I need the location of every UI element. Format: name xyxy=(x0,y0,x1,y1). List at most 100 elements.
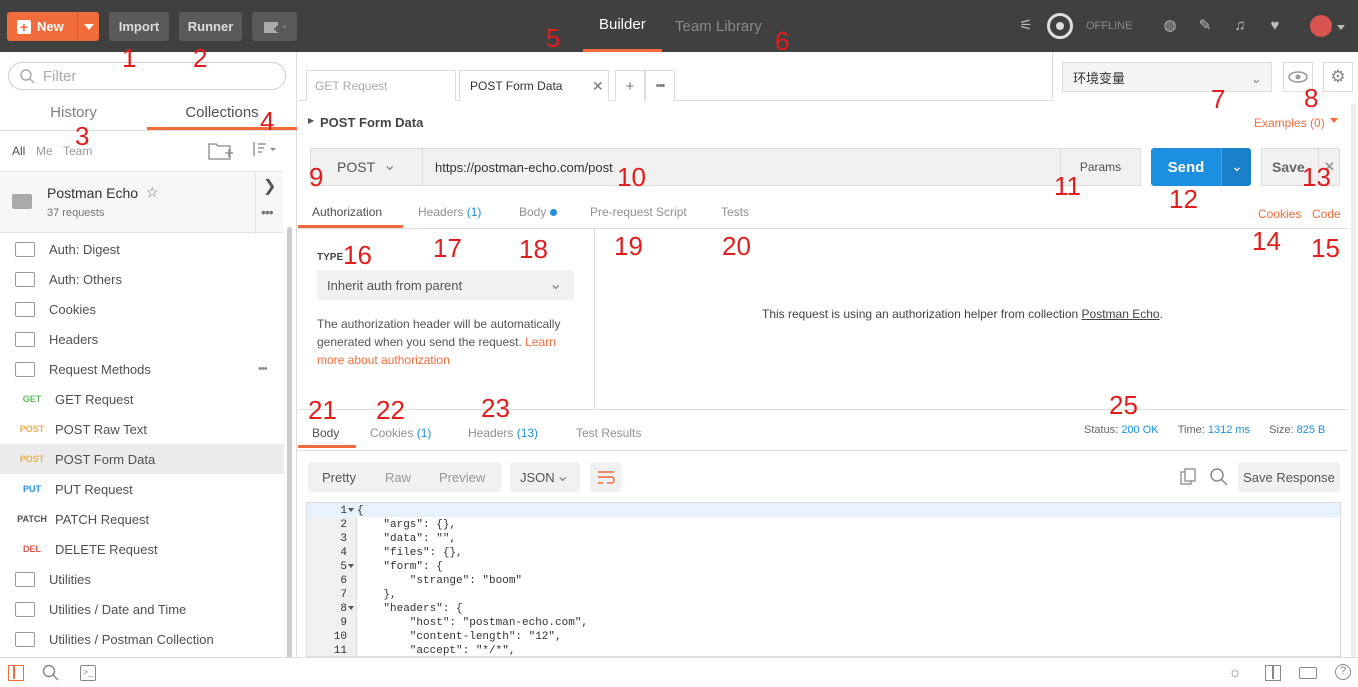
fold-icon[interactable] xyxy=(348,564,354,568)
fold-icon[interactable] xyxy=(348,606,354,610)
item-label: POST Raw Text xyxy=(55,421,147,437)
folder-item[interactable]: Auth: Others xyxy=(0,264,284,294)
help-icon[interactable]: ? xyxy=(1335,664,1351,680)
tab-test-results[interactable]: Test Results xyxy=(576,426,641,440)
request-item[interactable]: GET GET Request xyxy=(0,384,284,414)
tab-history[interactable]: History xyxy=(0,104,147,130)
bell-icon[interactable]: ♫ xyxy=(1231,17,1249,35)
close-icon[interactable]: ✕ xyxy=(592,78,604,95)
code-line: "args": {}, xyxy=(357,519,457,531)
new-tab-button[interactable]: + xyxy=(615,70,645,101)
import-button[interactable]: Import xyxy=(109,12,169,41)
environment-select[interactable]: 环境变量 ⌄ xyxy=(1062,62,1272,92)
main-scrollbar[interactable] xyxy=(1351,104,1356,659)
folder-item[interactable]: Utilities / Postman Collection xyxy=(0,624,284,654)
tab-tests[interactable]: Tests xyxy=(721,205,749,219)
request-tab-label: GET Request xyxy=(315,79,388,93)
copy-icon[interactable] xyxy=(1180,468,1198,486)
fold-icon[interactable] xyxy=(348,508,354,512)
satellite-icon[interactable]: ⚟ xyxy=(1017,17,1035,35)
tab-pre-request-script[interactable]: Pre-request Script xyxy=(590,205,687,219)
chevron-down-icon[interactable] xyxy=(1337,25,1345,30)
folder-item[interactable]: Auth: Digest xyxy=(0,234,284,264)
request-item[interactable]: PATCH PATCH Request xyxy=(0,504,284,534)
request-item[interactable]: POST POST Raw Text xyxy=(0,414,284,444)
annotation-number: 22 xyxy=(376,395,405,425)
star-icon[interactable]: ☆ xyxy=(146,184,159,201)
wrench-icon[interactable]: ✎ xyxy=(1196,17,1214,35)
tab-headers[interactable]: Headers (1) xyxy=(418,205,481,219)
tab-authorization[interactable]: Authorization xyxy=(312,205,382,219)
request-item[interactable]: POST POST Form Data xyxy=(0,444,284,474)
collection-link[interactable]: Postman Echo xyxy=(1082,307,1160,321)
code-line: "content-length": "12", xyxy=(357,631,562,643)
view-preview[interactable]: Preview xyxy=(439,470,485,485)
item-label: POST Form Data xyxy=(55,451,156,467)
send-dropdown[interactable]: ⌄ xyxy=(1221,148,1251,186)
sidebar-toggle-icon[interactable] xyxy=(8,665,24,681)
view-raw[interactable]: Raw xyxy=(385,470,411,485)
tab-collections[interactable]: Collections xyxy=(147,52,297,130)
method-select[interactable]: POST ⌄ xyxy=(310,148,423,186)
sort-icon[interactable] xyxy=(250,140,278,160)
new-collection-icon[interactable] xyxy=(208,140,233,160)
folder-item[interactable]: Request Methods ••• xyxy=(0,354,284,384)
console-icon[interactable]: >_ xyxy=(80,665,96,681)
sync-status-icon[interactable] xyxy=(1047,13,1073,39)
response-body-editor[interactable]: 1 {2 "args": {}, 3 "data": "", 4 "files": {… xyxy=(306,502,1341,657)
time-label: Time: xyxy=(1177,424,1205,436)
chevron-down-icon[interactable] xyxy=(1330,118,1338,123)
cookies-link[interactable]: Cookies xyxy=(1258,207,1301,221)
tab-headers-count: (1) xyxy=(466,205,482,219)
caret-right-icon[interactable]: ▶ xyxy=(308,116,314,125)
request-tab-post[interactable]: POST Form Data ✕ xyxy=(459,70,609,101)
folder-item[interactable]: Utilities / Date and Time xyxy=(0,594,284,624)
collection-header[interactable]: Postman Echo ☆ 37 requests ❯ ••• xyxy=(0,171,283,234)
tab-response-headers[interactable]: Headers (13) xyxy=(468,426,538,440)
chevron-right-icon[interactable]: ❯ xyxy=(263,176,276,196)
request-name[interactable]: POST Form Data xyxy=(320,115,423,130)
item-label: DELETE Request xyxy=(55,541,158,557)
tab-builder[interactable]: Builder xyxy=(583,0,662,52)
chevron-down-icon[interactable] xyxy=(84,24,94,30)
format-select[interactable]: JSON ⌄ xyxy=(510,462,580,492)
auth-type-select[interactable]: Inherit auth from parent ⌄ xyxy=(317,270,574,300)
chevron-down-icon: ⌄ xyxy=(549,276,563,293)
sidebar-scrollbar[interactable] xyxy=(287,227,292,687)
search-icon[interactable] xyxy=(42,664,60,682)
examples-dropdown[interactable]: Examples (0) xyxy=(1254,116,1325,130)
globe-icon[interactable]: ◍ xyxy=(1161,17,1179,35)
tab-response-cookies[interactable]: Cookies (1) xyxy=(370,426,431,440)
filter-all[interactable]: All xyxy=(12,144,25,158)
two-pane-icon[interactable] xyxy=(1265,665,1281,681)
tab-body[interactable]: Body xyxy=(519,205,557,219)
folder-item[interactable]: Cookies xyxy=(0,294,284,324)
avatar[interactable] xyxy=(1310,15,1332,37)
keyboard-icon[interactable] xyxy=(1299,667,1317,679)
request-item[interactable]: PUT PUT Request xyxy=(0,474,284,504)
runner-button[interactable]: Runner xyxy=(179,12,242,41)
request-tab-get[interactable]: GET Request xyxy=(306,70,456,101)
request-item[interactable]: DEL DELETE Request xyxy=(0,534,284,564)
heart-icon[interactable]: ♥ xyxy=(1266,17,1284,35)
wrap-lines-icon[interactable] xyxy=(590,462,621,492)
view-pretty[interactable]: Pretty xyxy=(322,470,356,485)
url-input[interactable]: https://postman-echo.com/post xyxy=(423,148,1061,186)
search-icon[interactable] xyxy=(1209,467,1229,487)
tab-response-body[interactable]: Body xyxy=(312,426,339,440)
folder-item[interactable]: Headers xyxy=(0,324,284,354)
auth-helper-message: This request is using an authorization h… xyxy=(762,307,1163,321)
filter-me[interactable]: Me xyxy=(36,144,53,158)
save-response-button[interactable]: Save Response xyxy=(1238,462,1340,492)
tab-team-library[interactable]: Team Library xyxy=(675,0,762,52)
gear-icon[interactable]: ⚙ xyxy=(1323,62,1353,92)
code-link[interactable]: Code xyxy=(1312,207,1341,221)
more-icon[interactable]: ••• xyxy=(258,363,268,375)
lightbulb-icon[interactable]: ☼ xyxy=(1226,664,1244,682)
tab-overflow-button[interactable]: ••• xyxy=(645,70,675,101)
new-button[interactable]: + New xyxy=(7,12,99,41)
more-icon[interactable]: ••• xyxy=(261,204,274,220)
folder-item[interactable]: Utilities xyxy=(0,564,284,594)
new-window-button[interactable] xyxy=(252,12,297,41)
send-button[interactable]: Send xyxy=(1151,148,1221,186)
